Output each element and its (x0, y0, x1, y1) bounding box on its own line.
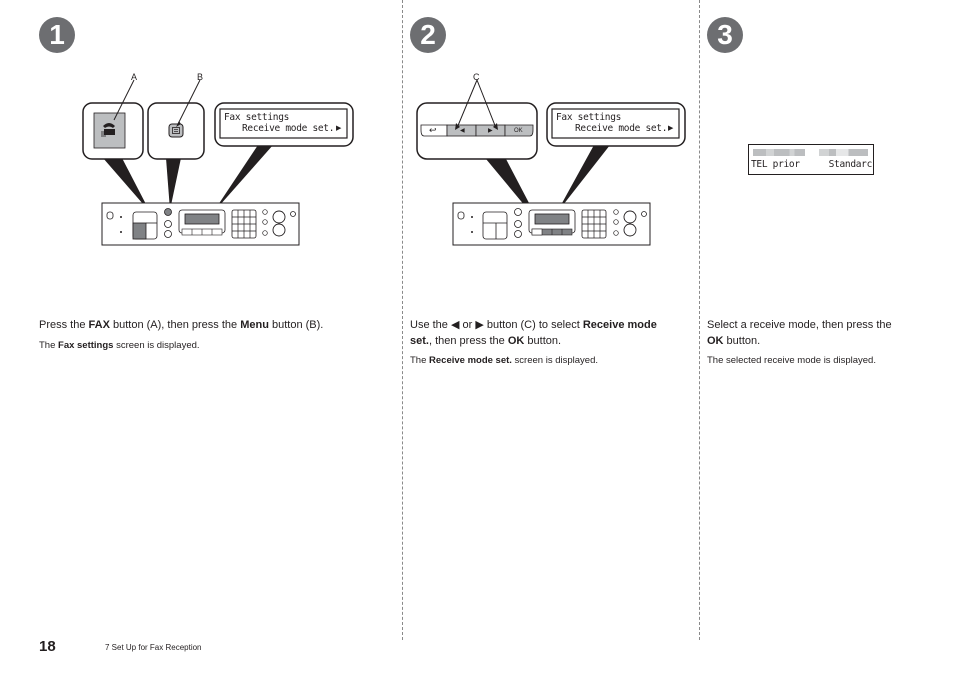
text: screen is displayed. (511, 355, 598, 366)
text: The (410, 355, 430, 366)
text: Select a receive mode, then press the (707, 319, 892, 331)
ok-label: OK (514, 128, 523, 134)
text: Use the (410, 319, 451, 331)
right-arrow-icon: ▶ (488, 128, 493, 134)
text: button (C) to select (483, 319, 583, 331)
text: The (39, 340, 59, 351)
text: button. (524, 335, 562, 347)
text: screen is displayed. (113, 340, 200, 351)
text: button (B). (268, 319, 324, 331)
step-2-instruction: Use the ◀ or ▶ button (C) to select Rece… (410, 317, 680, 349)
back-icon: ↩ (429, 125, 437, 135)
page-number: 18 (39, 638, 56, 655)
receive-mode-lcd: TEL prior Standarc (748, 144, 874, 175)
text: button (A), then press the (109, 319, 241, 331)
lcd-2-right-arrow-icon: ▶ (668, 125, 674, 132)
lcd-2-line-2: Receive mode set. (575, 123, 668, 134)
right-triangle-icon: ▶ (475, 319, 484, 331)
blurred-text-right (819, 149, 868, 156)
step-2-note: The Receive mode set. screen is displaye… (410, 354, 690, 368)
ok-label: OK (507, 335, 525, 347)
left-arrow-icon: ◀ (460, 128, 465, 134)
text: Press the (39, 319, 89, 331)
fax-settings-label: Fax settings (58, 340, 114, 351)
ok-label: OK (707, 335, 724, 347)
step-1-instruction: Press the FAX button (A), then press the… (39, 317, 389, 333)
lcd-3-left: TEL prior (751, 159, 800, 170)
step-3-badge: 3 (707, 17, 743, 53)
fax-label: FAX (88, 319, 110, 331)
step-1-note: The Fax settings screen is displayed. (39, 339, 389, 353)
lcd-2-line-1: Fax settings (556, 112, 622, 123)
receive-mode-set-label: Receive mode set. (429, 355, 512, 366)
section-title: 7 Set Up for Fax Reception (105, 643, 202, 652)
menu-label: Menu (240, 319, 269, 331)
text: , then press the (428, 335, 508, 347)
text: The selected receive mode is displayed. (707, 355, 876, 366)
operation-panel-2 (452, 202, 651, 246)
step-3-instruction: Select a receive mode, then press the OK… (707, 317, 907, 349)
text: button. (723, 335, 761, 347)
step-3-note: The selected receive mode is displayed. (707, 354, 947, 368)
text: or (459, 319, 476, 331)
blurred-text-left (753, 149, 805, 156)
lcd-3-right: Standarc (828, 159, 873, 170)
